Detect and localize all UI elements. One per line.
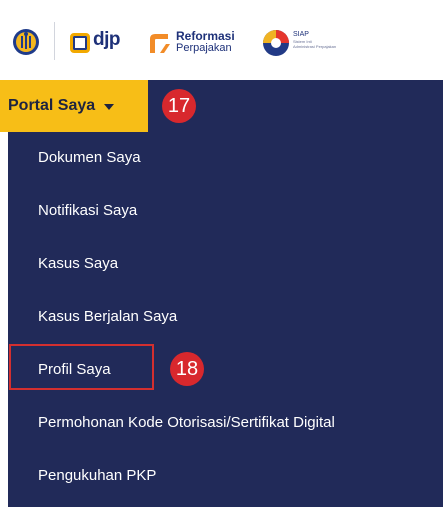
main-navbar: Portal Saya bbox=[0, 80, 443, 132]
siap-title: SIAP bbox=[293, 31, 309, 38]
menu-item-kasus-saya[interactable]: Kasus Saya bbox=[8, 238, 443, 290]
reformasi-subtitle: Perpajakan bbox=[176, 42, 232, 54]
siap-logo-icon bbox=[263, 30, 289, 56]
menu-item-profil-saya[interactable]: Profil Saya bbox=[8, 344, 443, 396]
caret-down-icon bbox=[104, 103, 115, 110]
step-badge-17: 17 bbox=[162, 89, 196, 123]
menu-item-permohonan-kode-otorisasi[interactable]: Permohonan Kode Otorisasi/Sertifikat Dig… bbox=[8, 397, 443, 449]
portal-saya-menu: Dokumen Saya Notifikasi Saya Kasus Saya … bbox=[8, 132, 443, 507]
siap-logo: SIAP Sistem Inti Administrasi Perpajakan bbox=[262, 28, 372, 58]
logo-divider bbox=[54, 22, 55, 60]
djp-logo-mark-icon bbox=[70, 33, 90, 53]
step-badge-18: 18 bbox=[170, 352, 204, 386]
djp-logo-text: djp bbox=[93, 29, 121, 50]
menu-item-dokumen-saya[interactable]: Dokumen Saya bbox=[8, 132, 443, 184]
portal-saya-label: Portal Saya bbox=[8, 97, 96, 114]
reformasi-logo-icon bbox=[150, 34, 170, 53]
logo-bar: djp Reformasi Perpajakan SIAP Sistem Int… bbox=[0, 0, 443, 80]
kemenkeu-emblem-icon bbox=[13, 29, 39, 55]
menu-item-notifikasi-saya[interactable]: Notifikasi Saya bbox=[8, 185, 443, 237]
portal-saya-dropdown[interactable]: Portal Saya bbox=[0, 80, 148, 132]
reformasi-perpajakan-logo: Reformasi Perpajakan bbox=[146, 28, 256, 58]
menu-item-pengukuhan-pkp[interactable]: Pengukuhan PKP bbox=[8, 450, 443, 502]
reformasi-title: Reformasi bbox=[176, 29, 235, 43]
siap-subtitle-2: Administrasi Perpajakan bbox=[293, 44, 337, 49]
menu-item-kasus-berjalan-saya[interactable]: Kasus Berjalan Saya bbox=[8, 291, 443, 343]
